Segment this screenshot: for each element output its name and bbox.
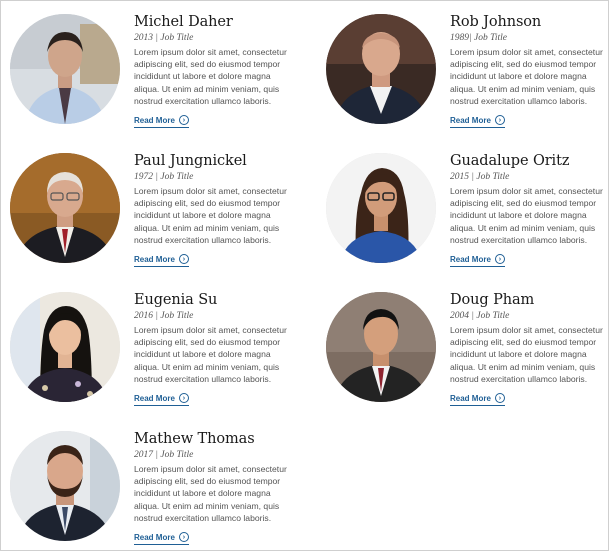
person-card: Doug Pham 2004 | Job Title Lorem ipsum d… <box>326 292 609 422</box>
person-job-title: Job Title <box>160 172 194 182</box>
person-year: 1989 <box>450 33 469 43</box>
person-bio: Lorem ipsum dolor sit amet, consectetur … <box>450 186 603 245</box>
person-name: Rob Johnson <box>450 14 542 30</box>
person-year-title: 2017 | Job Title <box>134 449 304 461</box>
read-more-label: Read More <box>450 393 491 403</box>
read-more-link[interactable]: Read More › <box>450 393 505 407</box>
person-name: Michel Daher <box>134 14 233 30</box>
chevron-right-circle-icon: › <box>494 393 505 404</box>
person-year-title: 2015 | Job Title <box>450 171 609 183</box>
person-bio: Lorem ipsum dolor sit amet, consectetur … <box>134 464 287 523</box>
read-more-link[interactable]: Read More › <box>134 115 189 129</box>
person-photo <box>10 292 120 402</box>
person-bio: Lorem ipsum dolor sit amet, consectetur … <box>450 325 603 384</box>
chevron-right-circle-icon: › <box>494 254 505 265</box>
person-year-title: 2013 | Job Title <box>134 32 304 44</box>
person-bio: Lorem ipsum dolor sit amet, consectetur … <box>134 47 287 106</box>
team-directory: Michel Daher 2013 | Job Title Lorem ipsu… <box>0 0 609 551</box>
person-card: Paul Jungnickel 1972 | Job Title Lorem i… <box>10 153 310 283</box>
read-more-link[interactable]: Read More › <box>134 532 189 546</box>
person-year-title: 1972 | Job Title <box>134 171 304 183</box>
person-name: Doug Pham <box>450 292 535 308</box>
person-bio: Lorem ipsum dolor sit amet, consectetur … <box>450 47 603 106</box>
person-card: Guadalupe Oritz 2015 | Job Title Lorem i… <box>326 153 609 283</box>
person-job-title: Job Title <box>474 33 507 43</box>
person-card: Rob Johnson 1989| Job Title Lorem ipsum … <box>326 14 609 144</box>
person-year-title: 1989| Job Title <box>450 32 609 44</box>
read-more-label: Read More <box>450 115 491 125</box>
person-photo <box>10 153 120 263</box>
person-year: 2016 <box>134 311 153 321</box>
person-card: Michel Daher 2013 | Job Title Lorem ipsu… <box>10 14 310 144</box>
person-job-title: Job Title <box>476 172 510 182</box>
person-year-title: 2004 | Job Title <box>450 310 609 322</box>
person-photo <box>326 14 436 124</box>
person-name: Paul Jungnickel <box>134 153 247 169</box>
read-more-link[interactable]: Read More › <box>134 393 189 407</box>
person-year-title: 2016 | Job Title <box>134 310 304 322</box>
person-photo <box>10 14 120 124</box>
read-more-link[interactable]: Read More › <box>134 254 189 268</box>
chevron-right-circle-icon: › <box>178 254 189 265</box>
chevron-right-circle-icon: › <box>178 393 189 404</box>
person-name: Guadalupe Oritz <box>450 153 570 169</box>
read-more-label: Read More <box>134 115 175 125</box>
read-more-link[interactable]: Read More › <box>450 115 505 129</box>
person-year: 2015 <box>450 172 469 182</box>
person-name: Eugenia Su <box>134 292 218 308</box>
person-photo <box>10 431 120 541</box>
person-year: 1972 <box>134 172 153 182</box>
chevron-right-circle-icon: › <box>178 115 189 126</box>
person-job-title: Job Title <box>476 311 510 321</box>
person-year: 2017 <box>134 450 153 460</box>
read-more-link[interactable]: Read More › <box>450 254 505 268</box>
person-card: Mathew Thomas 2017 | Job Title Lorem ips… <box>10 431 310 551</box>
person-bio: Lorem ipsum dolor sit amet, consectetur … <box>134 325 287 384</box>
person-job-title: Job Title <box>160 450 194 460</box>
person-name: Mathew Thomas <box>134 431 255 447</box>
person-photo <box>326 153 436 263</box>
person-year: 2013 <box>134 33 153 43</box>
chevron-right-circle-icon: › <box>494 115 505 126</box>
chevron-right-circle-icon: › <box>178 532 189 543</box>
read-more-label: Read More <box>134 254 175 264</box>
person-photo <box>326 292 436 402</box>
person-card: Eugenia Su 2016 | Job Title Lorem ipsum … <box>10 292 310 422</box>
person-bio: Lorem ipsum dolor sit amet, consectetur … <box>134 186 287 245</box>
person-year: 2004 <box>450 311 469 321</box>
read-more-label: Read More <box>134 393 175 403</box>
person-job-title: Job Title <box>160 33 194 43</box>
person-job-title: Job Title <box>160 311 194 321</box>
read-more-label: Read More <box>134 532 175 542</box>
read-more-label: Read More <box>450 254 491 264</box>
